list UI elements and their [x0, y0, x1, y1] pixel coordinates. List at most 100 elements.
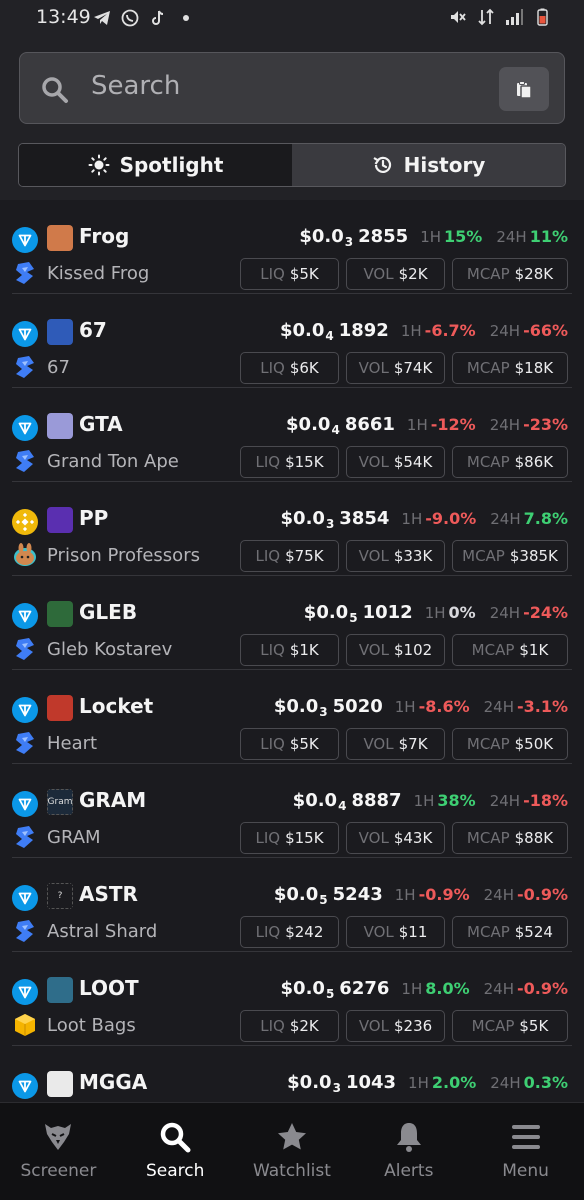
- nav-menu-label: Menu: [502, 1161, 549, 1181]
- star-icon: [277, 1123, 306, 1150]
- mcap-pill: MCAP $1K: [452, 634, 568, 666]
- token-row[interactable]: ? ASTR Astral Shard $0.05 5243 1H -0.9% 24H -0.9…: [0, 858, 584, 952]
- status-right-icons: [448, 7, 552, 27]
- signal-icon: [506, 9, 523, 25]
- ton-chain-icon: [12, 979, 38, 1005]
- ton-chain-icon: [12, 415, 38, 441]
- volume-pill: VOL $2K: [346, 258, 445, 290]
- change-1h: -9.0%: [425, 509, 477, 528]
- price-zero-count: 3: [332, 1081, 341, 1095]
- nav-watchlist-label: Watchlist: [253, 1161, 331, 1181]
- token-name: GRAM: [47, 827, 101, 848]
- token-stats: $0.03 1043 1H 2.0% 24H 0.3%: [287, 1072, 568, 1095]
- token-row[interactable]: MGGA $0.03 1043 1H 2.0% 24H 0.3%: [0, 1046, 584, 1102]
- change-24h-label: 24H: [496, 228, 527, 246]
- token-row[interactable]: GLEB Gleb Kostarev $0.05 1012 1H 0% 24H -24% LIQ…: [0, 576, 584, 670]
- liquidity-pill: LIQ $5K: [240, 258, 339, 290]
- token-list: Frog Kissed Frog $0.03 2855 1H 15% 24H 11% LIQ $5…: [0, 200, 584, 1102]
- mcap-value: $86K: [514, 453, 554, 471]
- tab-history-label: History: [403, 153, 486, 177]
- stonfi-dex-icon: [12, 918, 38, 944]
- nav-search[interactable]: Search: [117, 1103, 234, 1200]
- token-stats: $0.05 5243 1H -0.9% 24H -0.9%: [274, 884, 568, 907]
- change-24h-label: 24H: [489, 322, 521, 340]
- change-24h-label: 24H: [490, 1074, 521, 1092]
- mcap-label: MCAP: [466, 359, 510, 377]
- change-24h: 0.3%: [523, 1073, 568, 1092]
- status-time: 13:49: [36, 6, 91, 28]
- eagle-icon: [45, 1124, 72, 1150]
- mcap-value: $50K: [514, 735, 554, 753]
- ton-chain-icon: [12, 227, 38, 253]
- liq-value: $6K: [289, 359, 319, 377]
- volume-pill: VOL $236: [346, 1010, 445, 1042]
- change-1h: 15%: [444, 227, 483, 246]
- token-row[interactable]: 67 67 $0.04 1892 1H -6.7% 24H -66% LIQ $6K VOL $74K…: [0, 294, 584, 388]
- token-image: [47, 507, 73, 533]
- liquidity-pill: LIQ $75K: [240, 540, 339, 572]
- nav-screener[interactable]: Screener: [0, 1103, 117, 1200]
- liq-label: LIQ: [255, 923, 281, 941]
- token-row[interactable]: Locket Heart $0.03 5020 1H -8.6% 24H -3.1% LIQ $5…: [0, 670, 584, 764]
- price-digits: 1012: [362, 602, 413, 623]
- mcap-pill: MCAP $50K: [452, 728, 568, 760]
- mcap-value: $18K: [514, 359, 554, 377]
- change-1h: -8.6%: [418, 697, 470, 716]
- price-digits: 2855: [358, 226, 409, 247]
- price-zero-count: 3: [319, 705, 328, 719]
- token-stats: $0.04 8661 1H -12% 24H -23%: [286, 414, 568, 437]
- mcap-label: MCAP: [466, 829, 510, 847]
- token-row[interactable]: LOOT Loot Bags $0.05 6276 1H 8.0% 24H -0.9% LIQ $…: [0, 952, 584, 1046]
- liquidity-pill: LIQ $5K: [240, 728, 339, 760]
- volume-pill: VOL $54K: [346, 446, 445, 478]
- change-24h: -0.9%: [516, 979, 568, 998]
- change-24h: -3.1%: [516, 697, 568, 716]
- token-price: $0.04 1892: [280, 320, 389, 343]
- token-row[interactable]: Frog Kissed Frog $0.03 2855 1H 15% 24H 11% LIQ $5…: [0, 200, 584, 294]
- change-24h-label: 24H: [483, 886, 514, 904]
- nav-alerts[interactable]: Alerts: [350, 1103, 467, 1200]
- search-input[interactable]: Search: [19, 52, 565, 124]
- nav-menu[interactable]: Menu: [467, 1103, 584, 1200]
- token-row[interactable]: PP Prison Professors $0.03 3854 1H -9.0% 24H 7.…: [0, 482, 584, 576]
- whatsapp-icon: [121, 9, 139, 27]
- price-zero-count: 4: [331, 423, 340, 437]
- token-symbol: Locket: [79, 694, 154, 718]
- stonfi-dex-icon: [12, 448, 38, 474]
- liq-value: $1K: [289, 641, 319, 659]
- liq-value: $15K: [285, 453, 324, 471]
- liq-value: $2K: [289, 1017, 319, 1035]
- token-stats: $0.03 3854 1H -9.0% 24H 7.8%: [281, 508, 568, 531]
- telegram-icon: [94, 11, 110, 25]
- token-symbol: GTA: [79, 412, 123, 436]
- token-price: $0.05 1012: [304, 602, 413, 625]
- change-24h: 7.8%: [523, 509, 568, 528]
- mcap-value: $1K: [519, 641, 549, 659]
- change-1h: -12%: [430, 415, 476, 434]
- tab-spotlight[interactable]: Spotlight: [19, 144, 292, 186]
- token-symbol: PP: [79, 506, 109, 530]
- token-image: ?: [47, 883, 73, 909]
- history-icon: [373, 156, 391, 173]
- battery-icon: [537, 8, 548, 26]
- change-24h-label: 24H: [483, 698, 514, 716]
- mcap-label: MCAP: [471, 1017, 515, 1035]
- price-zero-count: 5: [325, 987, 335, 1001]
- bottom-nav: Screener Search Watchlist Alerts Menu: [0, 1102, 584, 1200]
- nav-watchlist[interactable]: Watchlist: [234, 1103, 351, 1200]
- token-stats: $0.05 6276 1H 8.0% 24H -0.9%: [281, 978, 568, 1001]
- token-row[interactable]: Gram GRAM GRAM $0.04 8887 1H 38% 24H -18% LIQ $15K…: [0, 764, 584, 858]
- change-24h: -24%: [523, 603, 568, 622]
- mcap-value: $5K: [519, 1017, 549, 1035]
- change-24h-label: 24H: [483, 980, 514, 998]
- price-prefix: $0.0: [280, 978, 325, 999]
- paste-button[interactable]: [499, 67, 549, 111]
- change-24h-label: 24H: [489, 416, 521, 434]
- bnb-chain-icon: [12, 509, 38, 535]
- token-row[interactable]: GTA Grand Ton Ape $0.04 8661 1H -12% 24H -23% LI…: [0, 388, 584, 482]
- tiktok-icon: [152, 10, 164, 25]
- vol-value: $74K: [393, 359, 433, 377]
- tab-history[interactable]: History: [292, 144, 565, 186]
- mcap-label: MCAP: [471, 641, 515, 659]
- token-name: Kissed Frog: [47, 263, 150, 284]
